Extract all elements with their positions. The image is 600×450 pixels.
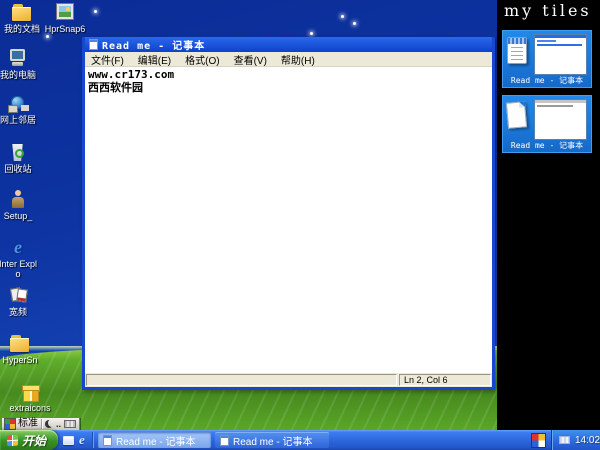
start-button[interactable]: 开始 <box>0 430 58 450</box>
taskbar-divider <box>92 432 93 448</box>
cards-app-icon <box>7 286 29 305</box>
network-globe-icon <box>7 94 29 113</box>
icon-label: HyperSn <box>2 355 38 365</box>
menu-item-help[interactable]: 帮助(H) <box>281 52 315 67</box>
notepad-icon <box>220 434 229 446</box>
fullwidth-moon-icon[interactable] <box>45 420 53 428</box>
show-desktop-icon[interactable] <box>63 435 74 445</box>
icon-label: 我的电脑 <box>0 70 36 80</box>
internet-explorer-icon[interactable] <box>79 431 85 449</box>
status-line-col: Ln 2, Col 6 <box>399 374 491 386</box>
tiles-panel: my tiles Read me - 记事本 Read me - 记事本 <box>497 0 600 430</box>
ime-tray-icon[interactable] <box>531 433 546 448</box>
desktop-icon-network-places[interactable]: 网上邻居 <box>0 94 38 125</box>
icon-label: 我的文档 <box>3 24 40 34</box>
sparkle <box>310 32 313 35</box>
menu-bar: 文件(F) 编辑(E) 格式(O) 查看(V) 帮助(H) <box>85 52 492 67</box>
ime-language-bar: 标准 .. <box>1 417 81 431</box>
system-tray: 14:02 <box>551 430 600 450</box>
tray-keyboard-icon[interactable] <box>559 436 570 444</box>
paper-icon <box>505 101 528 129</box>
gift-box-icon <box>19 382 41 402</box>
icon-label: Setup_ <box>3 211 33 221</box>
soft-keyboard-icon[interactable] <box>64 420 77 428</box>
setup-person-icon <box>7 190 29 209</box>
internet-explorer-icon <box>7 238 29 257</box>
desktop-icon-setup[interactable]: Setup_ <box>0 190 38 221</box>
thumbnail-text-line <box>537 40 557 42</box>
punctuation-toggle[interactable]: .. <box>56 420 61 429</box>
sparkle <box>46 35 49 38</box>
icon-label: HprSnap6 <box>44 24 86 34</box>
title-bar[interactable]: Read me - 记事本 <box>85 37 492 52</box>
task-button-read-me-active[interactable]: Read me - 记事本 <box>98 432 211 448</box>
computer-icon <box>7 49 29 68</box>
desktop-icon-internet-explorer[interactable]: Inter Explo <box>0 238 38 279</box>
notepad-icon <box>103 434 112 446</box>
divider <box>41 419 42 429</box>
menu-item-edit[interactable]: 编辑(E) <box>138 52 171 67</box>
text-line: 西西软件园 <box>88 81 143 94</box>
quick-launch <box>60 430 88 450</box>
icon-label: 回收站 <box>4 164 32 174</box>
taskbar: 开始 Read me - 记事本 Read me - 记事本 14:02 <box>0 430 600 450</box>
thumbnail-text-line <box>537 44 582 46</box>
folder-icon <box>11 3 33 22</box>
tile-label: Read me - 记事本 <box>510 141 584 150</box>
start-label: 开始 <box>22 433 47 448</box>
menu-item-file[interactable]: 文件(F) <box>91 52 124 67</box>
icon-label: 网上邻居 <box>0 115 36 125</box>
tiles-panel-heading: my tiles <box>504 1 592 20</box>
icon-label: Inter Explo <box>0 259 38 279</box>
sparkle <box>94 10 97 13</box>
thumbnail-text-line <box>537 105 573 107</box>
task-button-label: Read me - 记事本 <box>116 436 196 448</box>
notepad-icon <box>507 37 527 64</box>
screenshot-app-icon <box>54 3 76 22</box>
sparkle <box>353 22 356 25</box>
thumbnail-titlebar <box>535 100 586 103</box>
window-title: Read me - 记事本 <box>102 41 206 52</box>
menu-item-format[interactable]: 格式(O) <box>185 52 219 67</box>
tile-read-me-2[interactable]: Read me - 记事本 <box>502 95 592 153</box>
desktop-icon-hypersnap-folder[interactable]: HyperSn <box>0 334 42 365</box>
windows-flag-icon <box>7 434 18 446</box>
desktop-icon-my-computer[interactable]: 我的电脑 <box>0 49 38 80</box>
window-thumbnail <box>534 99 587 140</box>
notepad-icon <box>89 39 98 50</box>
desktop-icon-recycle-bin[interactable]: 回收站 <box>0 143 38 174</box>
ime-badge-icon[interactable] <box>4 418 16 430</box>
task-button-label: Read me - 记事本 <box>233 436 313 448</box>
desktop-icon-extraicons[interactable]: extraicons <box>0 382 60 413</box>
thumbnail-titlebar <box>535 35 586 38</box>
sparkle <box>341 15 344 18</box>
text-line: www.cr173.com <box>88 68 175 81</box>
text-editor-area[interactable]: www.cr173.com 西西软件园 <box>85 67 492 372</box>
icon-label: extraicons <box>9 403 51 413</box>
window-thumbnail <box>534 34 587 75</box>
folder-icon <box>9 334 31 353</box>
desktop-icon-my-documents[interactable]: 我的文档 <box>0 3 44 34</box>
tray-clock[interactable]: 14:02 <box>575 435 600 446</box>
desktop: 我的文档 HprSnap6 我的电脑 网上邻居 回收站 Setup_ Inter… <box>0 0 600 450</box>
tile-read-me-1[interactable]: Read me - 记事本 <box>502 30 592 88</box>
icon-label: 宽频 <box>8 307 27 317</box>
notepad-window: Read me - 记事本 文件(F) 编辑(E) 格式(O) 查看(V) 帮助… <box>82 37 495 390</box>
tile-label: Read me - 记事本 <box>510 76 584 85</box>
ime-standard-button[interactable]: 标准 <box>18 418 38 430</box>
status-cell-empty <box>86 374 397 386</box>
menu-item-view[interactable]: 查看(V) <box>234 52 267 67</box>
task-button-read-me[interactable]: Read me - 记事本 <box>215 432 329 448</box>
status-bar: Ln 2, Col 6 <box>85 372 492 387</box>
desktop-icon-hprsnap6[interactable]: HprSnap6 <box>43 3 87 34</box>
recycle-bin-icon <box>7 143 29 162</box>
desktop-icon-cards-app[interactable]: 宽频 <box>0 286 38 317</box>
